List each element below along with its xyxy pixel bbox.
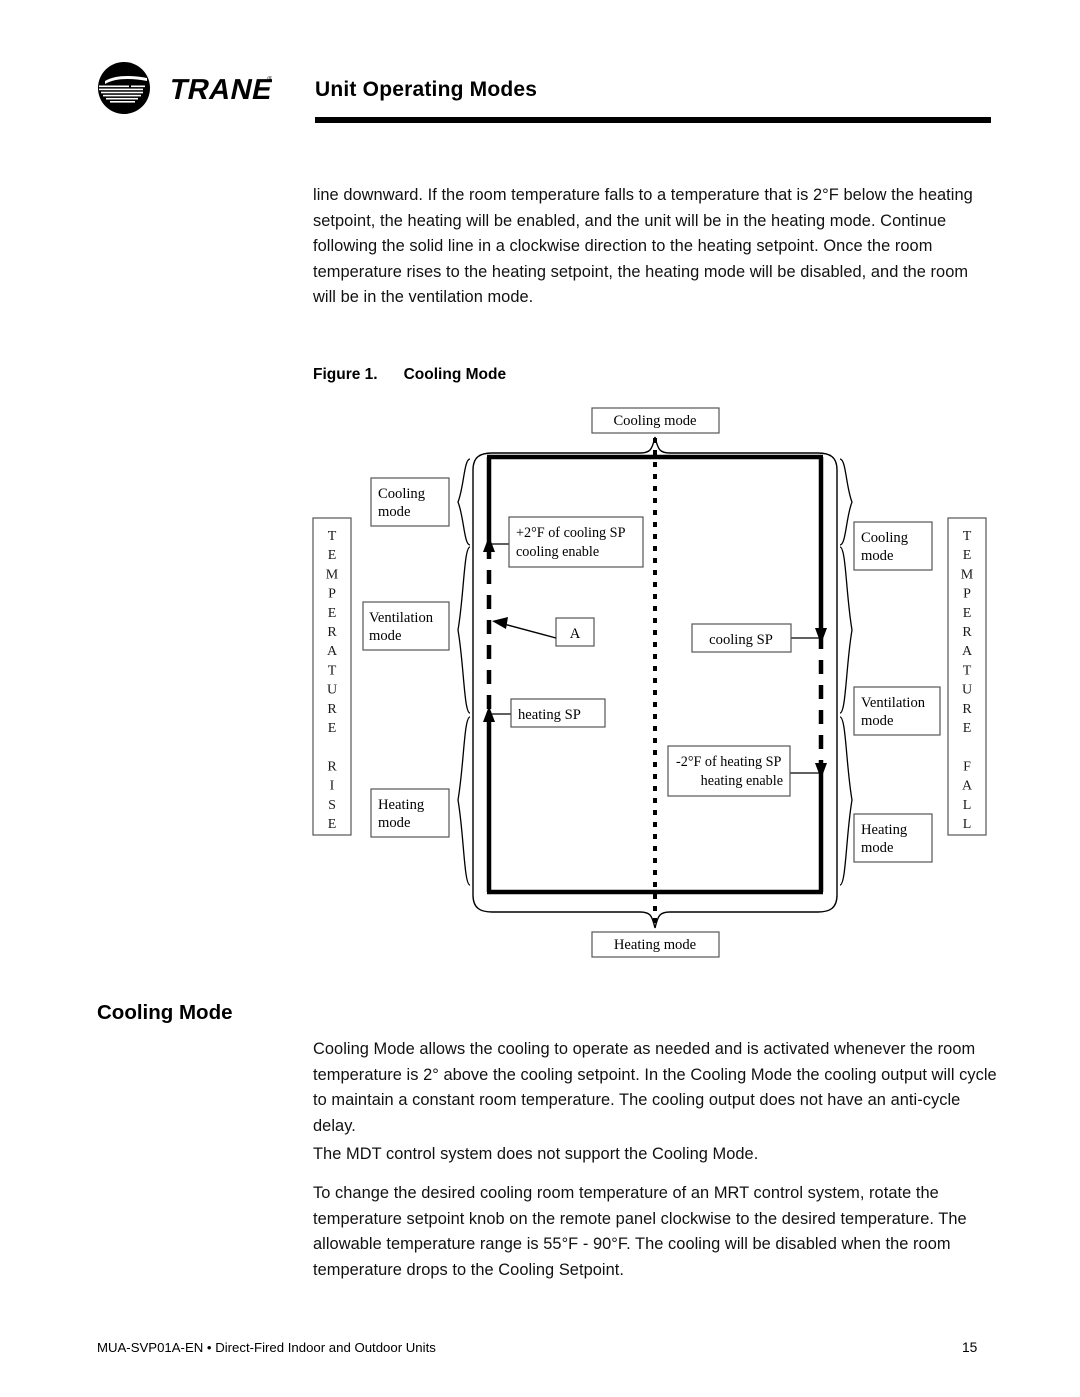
left-box-cooling-mode: Cooling mode [370,477,450,527]
left-heating-line1: Heating [378,797,425,813]
arrow-callout-a [492,617,508,629]
left-vent-line2: mode [369,628,401,644]
heating-enable-line2: heating enable [701,773,783,789]
figure-caption-label: Figure 1. [313,366,378,383]
cooling-mode-paragraph-2: The MDT control system does not support … [313,1145,759,1163]
label-heating-sp: heating SP [510,698,606,728]
temperature-fall-axis: TEMPERATUREFALL [947,517,987,836]
right-box-cooling-mode: Cooling mode [853,521,933,571]
axis-letter: T [328,663,337,678]
top-label-text: Cooling mode [613,413,696,429]
brace-right-heating [839,716,853,886]
figure-caption: Figure 1. Cooling Mode [313,366,506,384]
axis-letter: A [962,644,973,659]
label-cooling-sp: cooling SP [691,623,792,653]
diagram-bottom-label-box: Heating mode [591,931,720,958]
brace-right-cooling [839,458,853,546]
axis-letter: R [327,625,337,640]
right-box-ventilation-mode: Ventilation mode [853,686,941,736]
right-vent-line2: mode [861,713,893,729]
intro-paragraph: line downward. If the room temperature f… [313,186,973,306]
left-vent-line1: Ventilation [369,610,434,626]
brace-left-cooling [457,458,471,546]
axis-letter: R [327,702,337,717]
cooling-mode-paragraph-3: To change the desired cooling room tempe… [313,1184,967,1279]
diagram-top-label-box: Cooling mode [591,407,720,434]
cooling-mode-diagram: Cooling mode Heating mode T E M P E R A … [0,395,1080,975]
document-page: TRANE ® Unit Operating Modes line downwa… [0,0,1080,1397]
axis-letter: E [963,548,972,563]
axis-letter: M [326,567,339,582]
axis-letter: R [962,702,972,717]
axis-letter: A [327,644,338,659]
arrow-down-heating-enable [815,763,827,779]
svg-text:TRANE: TRANE [167,73,272,106]
axis-letter: T [963,663,972,678]
axis-letter: T [963,529,972,544]
axis-letter: E [963,606,972,621]
left-cooling-line2: mode [378,504,410,520]
callout-a-text: A [570,626,581,642]
axis-letter: P [328,587,336,602]
right-cooling-line1: Cooling [861,530,909,546]
arrow-down-cooling-sp [815,628,827,644]
axis-letter: R [962,625,972,640]
cooling-enable-line1: +2°F of cooling SP [516,525,626,541]
axis-letter: E [328,606,337,621]
right-vent-line1: Ventilation [861,695,926,711]
right-cooling-line2: mode [861,548,893,564]
axis-letter: L [963,817,972,832]
trane-logo: TRANE ® [97,57,272,119]
right-heating-line1: Heating [861,822,908,838]
axis-letter: E [328,817,337,832]
label-heating-enable: -2°F of heating SP heating enable [667,745,791,797]
cooling-sp-text: cooling SP [709,632,773,648]
left-box-ventilation-mode: Ventilation mode [362,601,450,651]
temperature-rise-axis: TEMPERATURERISE [312,517,352,836]
heating-sp-text: heating SP [518,707,581,723]
figure-caption-title: Cooling Mode [403,366,507,383]
axis-letter: A [962,779,973,794]
brace-right-ventilation [839,546,853,714]
heating-enable-line1: -2°F of heating SP [676,754,781,770]
axis-letter: I [330,779,335,794]
bottom-label-text: Heating mode [614,937,696,953]
axis-letter: E [328,721,337,736]
footer-document-id: MUA-SVP01A-EN • Direct-Fired Indoor and … [97,1340,436,1355]
axis-letter: S [328,798,336,813]
header-divider [315,117,991,123]
axis-letter: R [327,759,337,774]
page-title: Unit Operating Modes [315,78,538,101]
axis-letter: L [963,798,972,813]
left-cooling-line1: Cooling [378,486,426,502]
label-callout-a: A [555,617,595,647]
cooling-enable-line2: cooling enable [516,544,599,560]
axis-letter: E [963,721,972,736]
brace-left-heating [457,716,471,886]
brace-left-ventilation [457,546,471,714]
right-heating-line2: mode [861,840,893,856]
axis-letter: E [328,548,337,563]
axis-letter: T [328,529,337,544]
axis-letter: U [327,683,337,698]
axis-letter: U [962,683,972,698]
axis-letter: P [963,587,971,602]
left-box-heating-mode: Heating mode [370,788,450,838]
section-heading: Cooling Mode [97,1001,233,1024]
right-box-heating-mode: Heating mode [853,813,933,863]
axis-letter: M [961,567,974,582]
left-heating-line2: mode [378,815,410,831]
footer-page-number: 15 [962,1340,978,1355]
label-cooling-enable: +2°F of cooling SP cooling enable [508,516,644,568]
svg-text:®: ® [267,75,272,84]
cooling-mode-paragraph-1: Cooling Mode allows the cooling to opera… [313,1040,997,1135]
axis-letter: F [963,759,971,774]
